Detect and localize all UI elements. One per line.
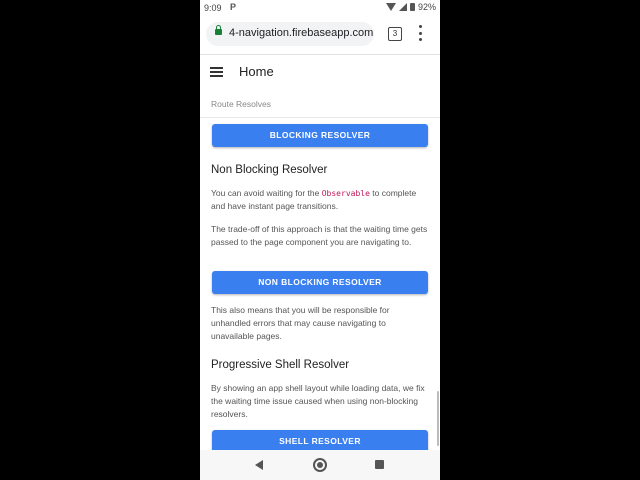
url-text: 4-navigation.firebaseapp.com [229, 27, 374, 39]
scrollbar[interactable] [437, 391, 439, 446]
phone-screen: 9:09 P 92% 4-navigation.firebaseapp.com … [200, 0, 440, 480]
signal-icon [398, 3, 407, 11]
home-icon[interactable] [313, 458, 327, 472]
status-right-group: 92% [385, 2, 436, 12]
page-title: Home [239, 64, 274, 79]
non-blocking-resolver-button[interactable]: NON BLOCKING RESOLVER [212, 271, 428, 294]
main-content: Route Resolves BLOCKING RESOLVER Non Blo… [200, 91, 440, 450]
battery-icon [409, 3, 415, 11]
url-bar[interactable]: 4-navigation.firebaseapp.com [206, 22, 374, 46]
non-blocking-heading: Non Blocking Resolver [211, 164, 328, 176]
battery-percent: 92% [417, 2, 436, 12]
non-blocking-paragraph-1: You can avoid waiting for the Observable… [211, 188, 417, 211]
section-caption: Route Resolves [211, 99, 272, 109]
non-blocking-paragraph-3: This also means that you will be respons… [211, 305, 390, 341]
blocking-resolver-button[interactable]: BLOCKING RESOLVER [212, 124, 428, 147]
status-bar: 9:09 P 92% [200, 0, 440, 16]
tab-switcher-button[interactable]: 3 [388, 27, 402, 41]
progressive-paragraph-1: By showing an app shell layout while loa… [211, 383, 425, 419]
browser-toolbar: 4-navigation.firebaseapp.com 3 [200, 16, 440, 55]
divider [200, 117, 440, 118]
non-blocking-paragraph-2: The trade-off of this approach is that t… [211, 224, 428, 247]
observable-code: Observable [321, 189, 370, 198]
back-icon[interactable] [255, 460, 263, 470]
progressive-heading: Progressive Shell Resolver [211, 359, 350, 371]
notification-icon: P [230, 2, 237, 12]
status-time: 9:09 [204, 3, 222, 13]
shell-resolver-button[interactable]: SHELL RESOLVER [212, 430, 428, 450]
android-nav-bar [200, 450, 440, 480]
app-header: Home [200, 55, 440, 91]
wifi-icon [385, 3, 396, 11]
menu-icon[interactable] [210, 67, 223, 77]
recents-icon[interactable] [375, 460, 384, 469]
lock-icon [215, 25, 222, 35]
more-vert-icon[interactable] [415, 25, 425, 41]
